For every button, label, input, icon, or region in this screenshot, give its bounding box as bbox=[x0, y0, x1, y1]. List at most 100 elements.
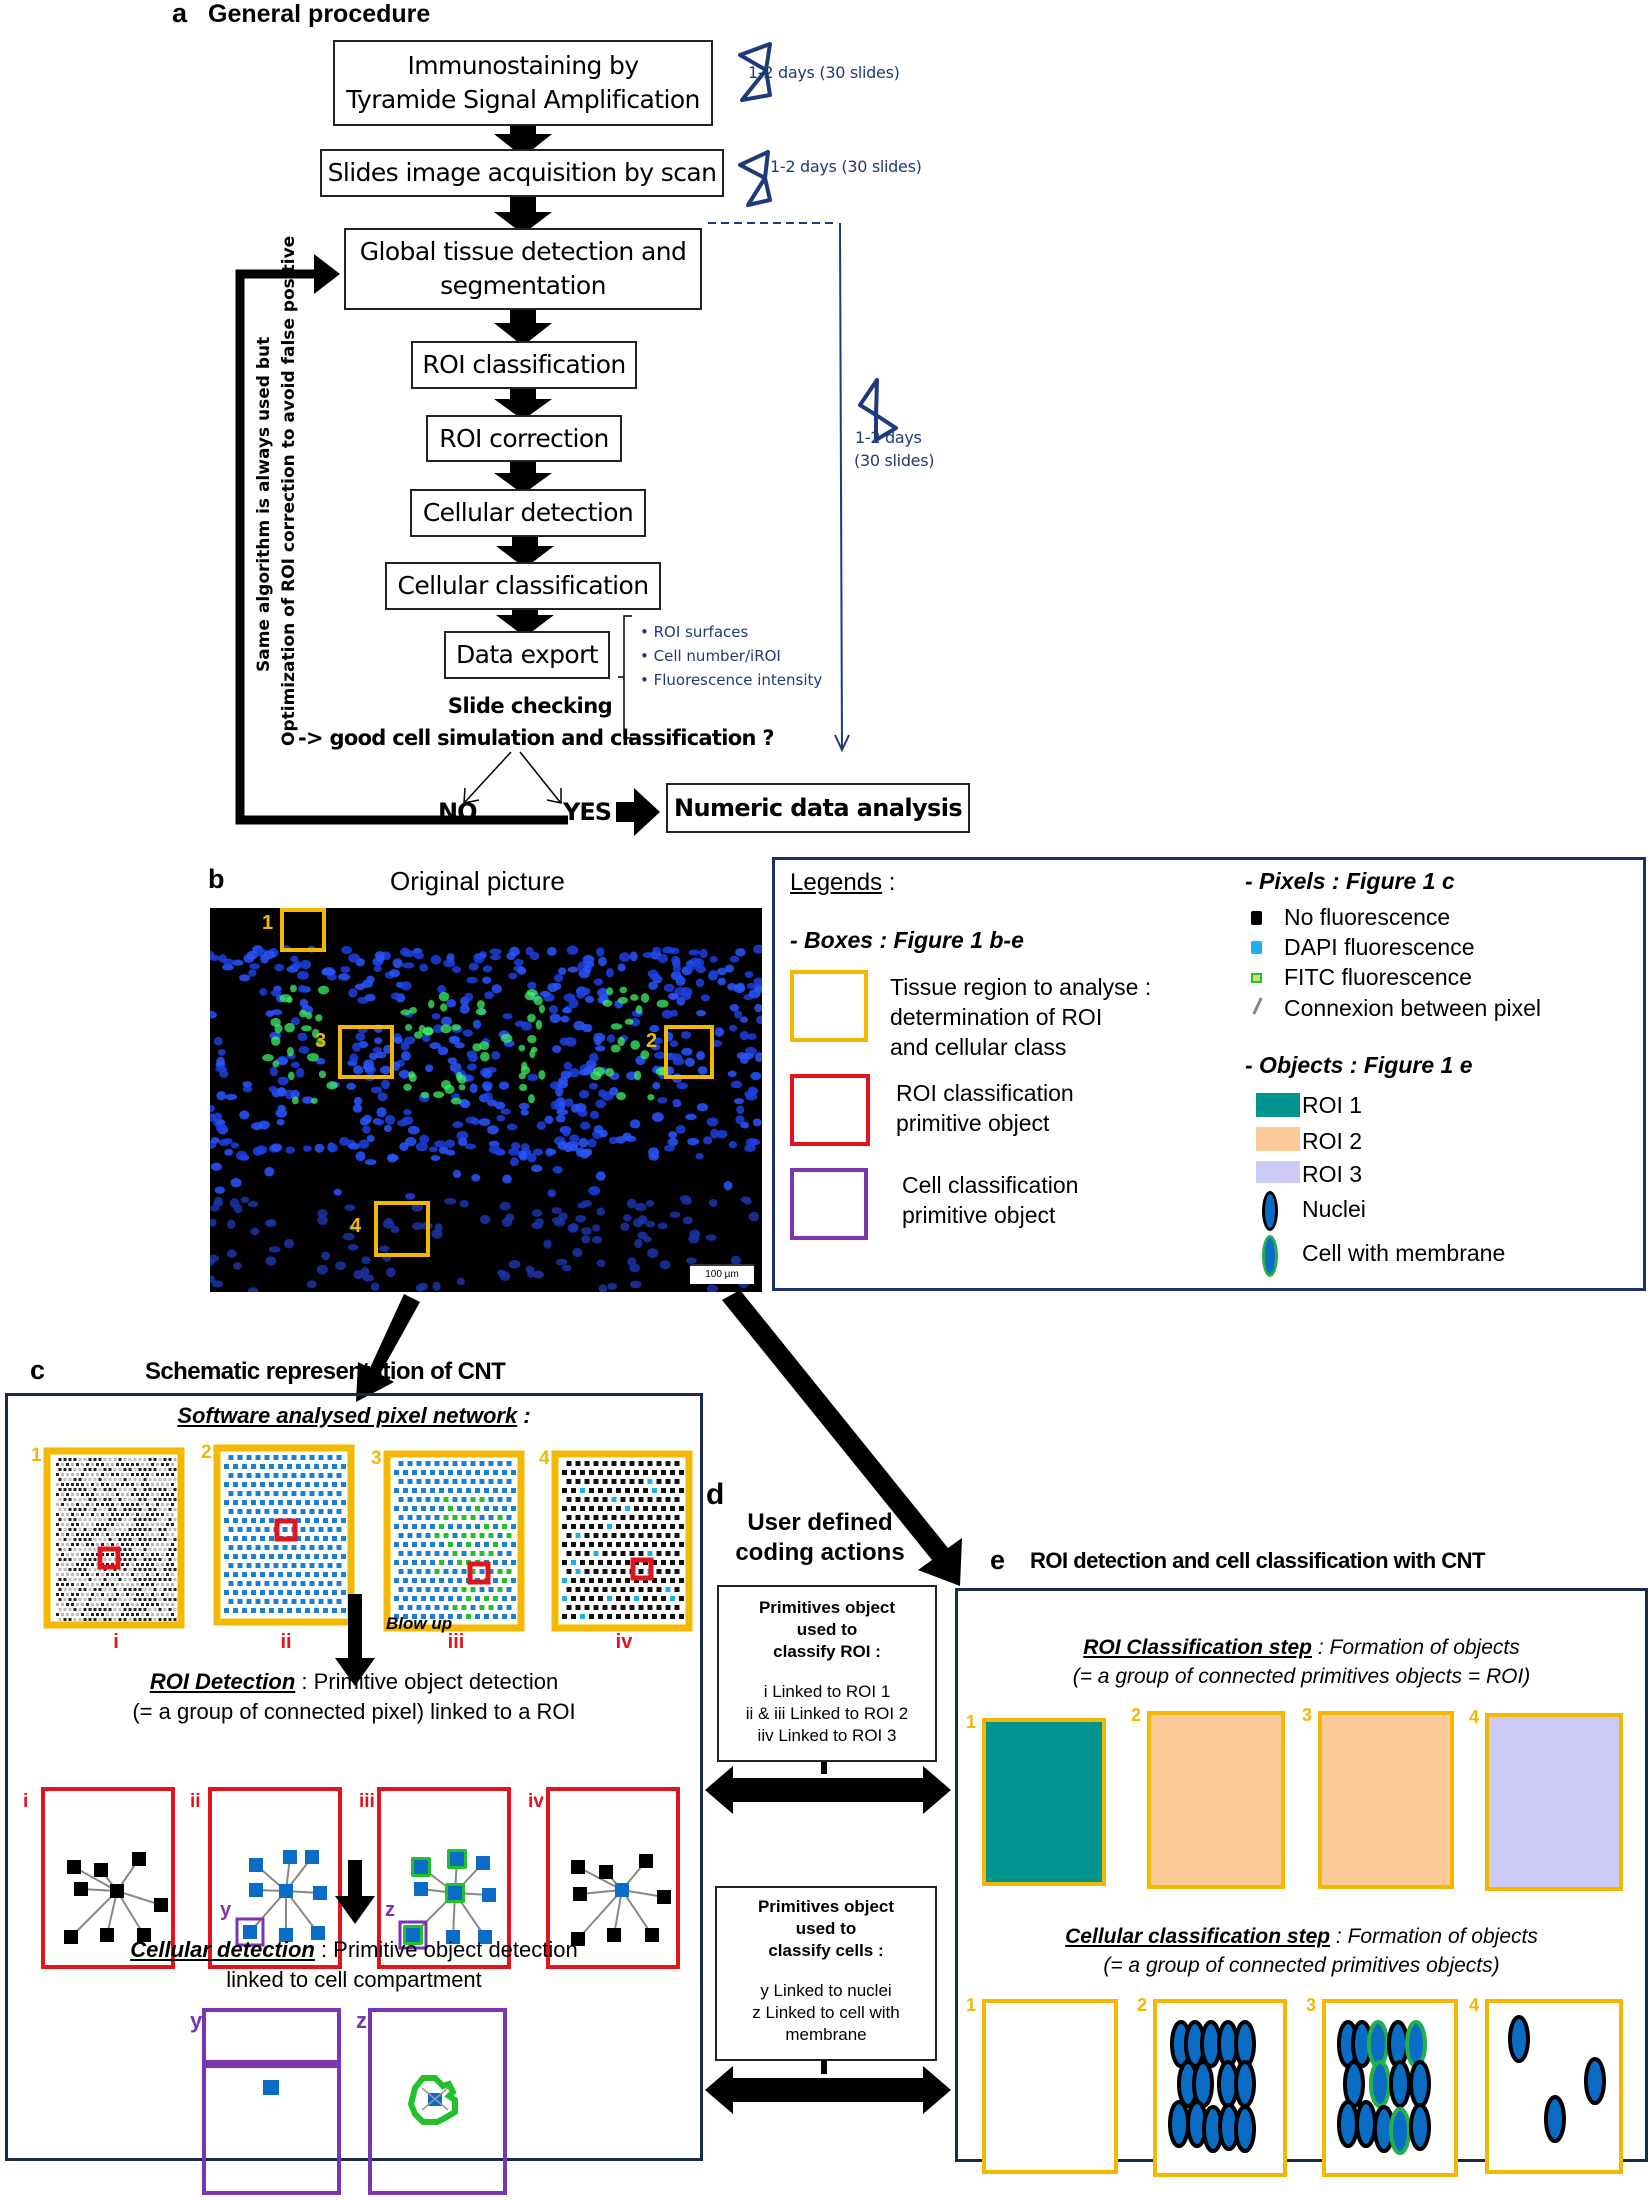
pixel bbox=[264, 1455, 270, 1460]
pixel bbox=[76, 1593, 79, 1596]
pixel bbox=[580, 1470, 585, 1475]
fitc-dot bbox=[315, 1014, 323, 1022]
pixel-network-4[interactable] bbox=[551, 1450, 693, 1632]
region-box-4[interactable] bbox=[374, 1201, 430, 1257]
pixel bbox=[674, 1533, 680, 1538]
pixel bbox=[86, 1523, 89, 1526]
nucleus bbox=[1409, 2060, 1431, 2108]
pixel bbox=[78, 1538, 82, 1541]
roi-object-1[interactable] bbox=[982, 1718, 1106, 1886]
pixel bbox=[171, 1563, 174, 1566]
pixel bbox=[430, 1506, 435, 1511]
pixel bbox=[98, 1618, 102, 1621]
pixel bbox=[68, 1558, 72, 1561]
pixel bbox=[233, 1590, 238, 1595]
pixel bbox=[161, 1483, 164, 1486]
pixel bbox=[151, 1543, 154, 1546]
pixel bbox=[71, 1593, 74, 1596]
pixel bbox=[493, 1506, 498, 1511]
pixel bbox=[488, 1533, 494, 1538]
roi-object-4[interactable] bbox=[1485, 1713, 1623, 1891]
pixel bbox=[73, 1578, 77, 1581]
pixel bbox=[63, 1618, 67, 1621]
pixel bbox=[63, 1488, 67, 1491]
region-box-3[interactable] bbox=[338, 1025, 394, 1079]
pixel bbox=[575, 1497, 581, 1502]
pixel bbox=[638, 1551, 644, 1556]
pixel-swatch-dapi bbox=[1251, 941, 1262, 954]
pixel-network-1[interactable] bbox=[43, 1447, 185, 1629]
pixel bbox=[168, 1508, 172, 1511]
pixel bbox=[502, 1488, 507, 1493]
pixel bbox=[287, 1572, 292, 1577]
nucleus-dot bbox=[428, 1146, 438, 1153]
pixel bbox=[665, 1587, 671, 1592]
export-item: • Cell number/iROI bbox=[640, 647, 781, 665]
nucleus-dot bbox=[392, 958, 403, 969]
pixel bbox=[314, 1554, 319, 1559]
pixel bbox=[61, 1493, 64, 1496]
pixel-network-3[interactable] bbox=[383, 1450, 525, 1632]
pixel bbox=[341, 1554, 346, 1559]
nucleus-dot bbox=[739, 1054, 749, 1065]
pixel bbox=[161, 1503, 164, 1506]
pixel bbox=[611, 1551, 617, 1556]
pixel bbox=[83, 1498, 87, 1501]
pixel bbox=[83, 1618, 87, 1621]
pixel bbox=[336, 1527, 342, 1532]
pixel bbox=[448, 1560, 453, 1565]
pixel bbox=[670, 1470, 675, 1475]
pixel bbox=[246, 1563, 252, 1568]
pixel bbox=[488, 1497, 494, 1502]
nucleus-dot bbox=[729, 955, 740, 963]
cell-object-3[interactable] bbox=[1322, 1999, 1458, 2177]
pixel-node bbox=[599, 1865, 613, 1879]
cell-marker-z: z bbox=[356, 2008, 367, 2033]
pixel bbox=[93, 1568, 97, 1571]
pixel bbox=[412, 1506, 417, 1511]
pixel bbox=[121, 1553, 124, 1556]
pixel bbox=[78, 1608, 82, 1611]
pixel bbox=[151, 1503, 154, 1506]
pixel bbox=[246, 1581, 252, 1586]
roi-object-2[interactable] bbox=[1147, 1711, 1285, 1889]
pixel bbox=[76, 1483, 79, 1486]
pixel bbox=[128, 1538, 132, 1541]
pixel bbox=[68, 1508, 72, 1511]
step-cellular-detection: Cellular detection bbox=[410, 489, 646, 537]
pixel bbox=[398, 1479, 404, 1484]
pixel-node bbox=[249, 1858, 263, 1872]
pixel bbox=[91, 1583, 94, 1586]
pixel bbox=[106, 1513, 109, 1516]
pixel bbox=[136, 1493, 139, 1496]
pixel bbox=[146, 1473, 149, 1476]
pixel bbox=[643, 1506, 648, 1511]
pixel bbox=[68, 1618, 72, 1621]
cell-object-2[interactable] bbox=[1153, 1999, 1287, 2177]
pixel bbox=[314, 1608, 319, 1613]
pixel bbox=[121, 1473, 124, 1476]
pixel bbox=[148, 1598, 152, 1601]
pixel bbox=[584, 1479, 590, 1484]
pixel bbox=[421, 1578, 426, 1583]
pixel bbox=[166, 1463, 169, 1466]
pixel bbox=[475, 1470, 480, 1475]
cell-object-4[interactable] bbox=[1485, 1999, 1623, 2174]
pixel bbox=[443, 1533, 449, 1538]
pixel bbox=[607, 1560, 612, 1565]
nucleus bbox=[1343, 2060, 1365, 2108]
region-box-1[interactable] bbox=[280, 908, 326, 952]
pixel-node bbox=[639, 1854, 653, 1868]
roi-object-3[interactable] bbox=[1318, 1711, 1454, 1889]
cell-object-1[interactable] bbox=[982, 1999, 1118, 2174]
pixel bbox=[674, 1605, 680, 1610]
pixel bbox=[158, 1618, 162, 1621]
region-box-2[interactable] bbox=[664, 1025, 714, 1079]
pixel bbox=[68, 1488, 72, 1491]
step-text: Cellular detection bbox=[422, 498, 634, 527]
pixel-network-2[interactable] bbox=[213, 1444, 355, 1626]
pixel bbox=[56, 1583, 59, 1586]
pixel bbox=[113, 1458, 117, 1461]
pixel bbox=[237, 1581, 243, 1586]
nucleus-dot bbox=[581, 1235, 591, 1244]
